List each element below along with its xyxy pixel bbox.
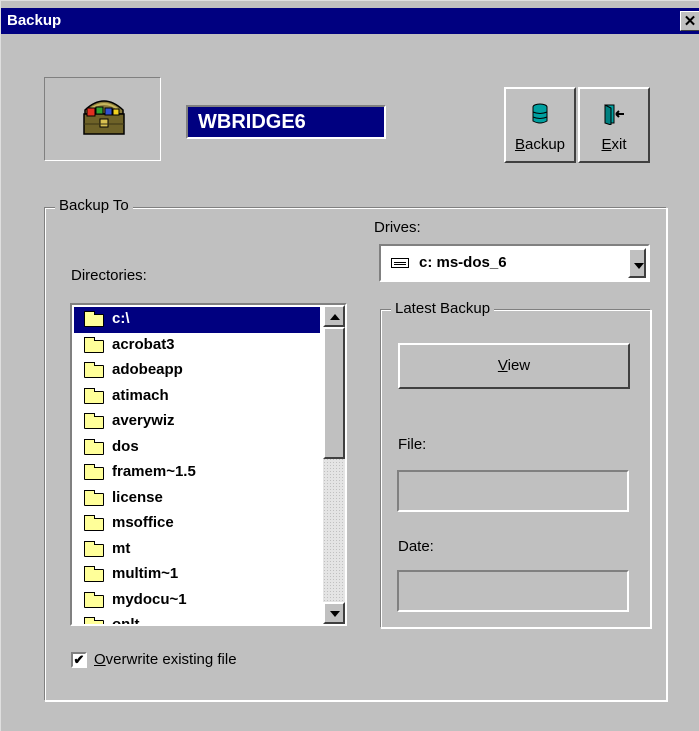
directory-item[interactable]: mt xyxy=(74,537,320,563)
directory-item[interactable]: multim~1 xyxy=(74,562,320,588)
exit-button-label: Exit xyxy=(601,136,627,153)
checkmark-icon: ✔ xyxy=(73,652,85,667)
database-icon xyxy=(532,103,548,124)
directory-name: license xyxy=(112,488,163,506)
directories-items: c:\ acrobat3 adobeapp atimach averywiz dos fra… xyxy=(74,307,320,626)
directory-name: dos xyxy=(112,437,139,455)
directory-name: msoffice xyxy=(112,514,174,531)
exit-door-icon xyxy=(604,104,624,125)
directory-item[interactable]: license xyxy=(74,486,320,512)
exit-button[interactable]: Exit xyxy=(578,87,650,163)
directory-name: atimach xyxy=(112,386,169,404)
folder-icon xyxy=(84,617,104,624)
folder-icon xyxy=(84,438,104,455)
computer-name-field[interactable]: WBRIDGE6 xyxy=(186,105,386,139)
arrow-down-icon xyxy=(330,611,340,617)
directories-list[interactable]: c:\ acrobat3 adobeapp atimach averywiz dos fra… xyxy=(70,303,347,626)
backup-button-label: Backup xyxy=(514,136,566,153)
open-folder-icon xyxy=(84,311,104,327)
directory-item[interactable]: msoffice xyxy=(74,511,320,537)
latest-backup-label: Latest Backup xyxy=(391,300,495,317)
folder-icon xyxy=(84,387,104,404)
app-icon-frame xyxy=(44,77,161,161)
chevron-down-icon xyxy=(634,263,644,269)
folder-icon xyxy=(84,515,104,531)
scroll-thumb[interactable] xyxy=(323,327,345,459)
directory-item[interactable]: mydocu~1 xyxy=(74,588,320,614)
directory-name: framem~1.5 xyxy=(112,463,196,480)
date-field xyxy=(397,570,629,612)
directories-scrollbar[interactable] xyxy=(323,305,345,624)
directory-item[interactable]: adobeapp xyxy=(74,358,320,384)
drive-value: c: ms-dos_6 xyxy=(419,254,507,271)
folder-icon xyxy=(84,362,104,378)
folder-icon xyxy=(84,413,104,429)
folder-icon xyxy=(84,464,104,480)
scroll-down-button[interactable] xyxy=(323,602,345,624)
view-button[interactable]: View xyxy=(398,343,630,389)
folder-icon xyxy=(84,489,104,506)
directory-name: acrobat3 xyxy=(112,335,175,353)
treasure-chest-icon xyxy=(83,100,125,135)
directory-item[interactable]: acrobat3 xyxy=(74,333,320,359)
directory-name: adobeapp xyxy=(112,361,183,378)
drives-dropdown-button[interactable] xyxy=(628,248,646,278)
directory-name: mydocu~1 xyxy=(112,590,187,608)
date-label: Date: xyxy=(398,538,434,555)
folder-icon xyxy=(84,591,104,608)
title-bar[interactable]: Backup ✕ xyxy=(1,8,699,34)
directory-name: mt xyxy=(112,539,131,557)
directory-name: onlt xyxy=(112,616,140,626)
backup-window: Backup ✕ WBRIDGE6 Backup Exit Backup To … xyxy=(0,0,699,731)
directory-name: c:\ xyxy=(112,310,130,327)
scroll-up-button[interactable] xyxy=(323,305,345,327)
overwrite-label[interactable]: Overwrite existing file xyxy=(94,651,237,668)
drives-select[interactable]: c: ms-dos_6 xyxy=(379,244,650,282)
directory-item[interactable]: dos xyxy=(74,435,320,461)
directory-name: multim~1 xyxy=(112,565,179,582)
directories-label: Directories: xyxy=(71,267,147,284)
folder-icon xyxy=(84,336,104,353)
directory-item[interactable]: atimach xyxy=(74,384,320,410)
drive-icon xyxy=(391,258,409,268)
backup-button[interactable]: Backup xyxy=(504,87,576,163)
directory-name: averywiz xyxy=(112,412,175,429)
arrow-up-icon xyxy=(330,314,340,320)
folder-icon xyxy=(84,566,104,582)
overwrite-checkbox[interactable]: ✔ xyxy=(71,652,87,668)
close-icon: ✕ xyxy=(683,13,697,30)
directory-item[interactable]: onlt xyxy=(74,613,320,626)
file-label: File: xyxy=(398,436,427,453)
window-title: Backup xyxy=(7,12,62,29)
directory-item[interactable]: framem~1.5 xyxy=(74,460,320,486)
drives-label: Drives: xyxy=(374,219,421,236)
file-field xyxy=(397,470,629,512)
directory-item[interactable]: c:\ xyxy=(74,307,320,333)
directory-item[interactable]: averywiz xyxy=(74,409,320,435)
close-button[interactable]: ✕ xyxy=(680,11,699,31)
backup-to-label: Backup To xyxy=(55,197,133,214)
folder-icon xyxy=(84,540,104,557)
